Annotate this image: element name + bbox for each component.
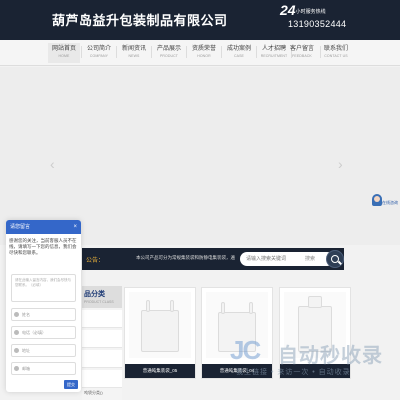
nav-item-sublabel: CASE — [234, 54, 244, 58]
nav-item-label: 新闻资讯 — [121, 46, 146, 52]
nav-divider — [186, 46, 187, 58]
phone-field[interactable]: 电话（必填） — [11, 326, 76, 339]
bag-loop — [170, 300, 174, 312]
leave-message-panel: 请您留言 × 感谢您的关注，当前客服人员不在线，请填写一下您的信息，我们会尽快和… — [6, 220, 81, 392]
close-icon[interactable]: × — [73, 220, 77, 234]
company-name[interactable]: 葫芦岛益升包装制品有限公司 — [52, 10, 228, 29]
chevron-right-icon[interactable]: › — [338, 156, 343, 172]
bag-loop — [221, 302, 225, 314]
message-intro: 感谢您的关注，当前客服人员不在线，请填写一下您的信息，我们会尽快和您联系。 — [9, 238, 77, 255]
nav-item-sublabel: NEWS — [128, 54, 140, 58]
phone-field-placeholder: 电话（必填） — [22, 330, 46, 335]
name-field-placeholder: 姓名 — [22, 312, 30, 317]
address-field[interactable]: 地址 — [11, 344, 76, 357]
nav-divider — [116, 46, 117, 58]
bag-loop — [146, 300, 150, 312]
nav-item-sublabel: COMPANY — [89, 54, 109, 58]
bag-spout — [308, 296, 322, 308]
mail-icon — [14, 366, 19, 371]
category-item-label[interactable]: 吨袋分类() — [84, 390, 103, 396]
product-category-sidebar: 品分类 PRODUCT CLASS 吨袋分类() — [82, 286, 122, 400]
nav-item-honor[interactable]: 资质荣誉 HONOR — [188, 43, 220, 58]
hotline: 24小时服务热线 13190352444 — [280, 2, 346, 29]
nav-item-case[interactable]: 成功案例 CASE — [223, 43, 255, 58]
site-header: 葫芦岛益升包装制品有限公司 24小时服务热线 13190352444 — [0, 0, 400, 40]
main-nav: 网站首页 HOME 公司简介 COMPANY 新闻资讯 NEWS 产品展示 PR… — [0, 40, 400, 66]
nav-item-label: 成功案例 — [226, 46, 251, 52]
message-panel-header: 请您留言 × — [6, 220, 81, 234]
hotline-label: 小时服务热线 — [295, 9, 326, 15]
address-field-placeholder: 地址 — [22, 348, 30, 353]
message-textarea[interactable]: 请在此输入留言内容，我们会尽快与您联系。（必填） — [11, 274, 76, 302]
nav-item-label: 资质荣誉 — [191, 46, 216, 52]
name-field[interactable]: 姓名 — [11, 308, 76, 321]
nav-item-sublabel: FEEDBACK — [292, 54, 312, 58]
nav-item-label: 公司简介 — [86, 46, 111, 52]
search-icon[interactable] — [326, 250, 344, 268]
bag-shape — [141, 310, 179, 352]
notice-bar: 公告： 本公司产品可分为常规集装袋和防静电集装袋，遍 搜索 — [82, 248, 344, 270]
hotline-hours: 24 — [280, 2, 296, 18]
nav-item-feedback[interactable]: 客户留言 FEEDBACK — [284, 43, 320, 58]
nav-item-company[interactable]: 公司简介 COMPANY — [83, 43, 115, 58]
watermark: JC 自动秒收录 我上链接 • 来访一次 • 自动收录 — [230, 335, 400, 380]
nav-item-contact[interactable]: 联系我们 CONTACT US — [318, 43, 354, 58]
customer-service-avatar-icon — [372, 194, 382, 206]
nav-item-home[interactable]: 网站首页 HOME — [48, 43, 80, 63]
nav-item-label: 联系我们 — [323, 46, 348, 52]
category-item[interactable] — [82, 370, 122, 388]
nav-divider — [151, 46, 152, 58]
nav-item-product[interactable]: 产品展示 PRODUCT — [153, 43, 185, 58]
product-card[interactable]: 普通吨集装袋_05 — [124, 287, 196, 379]
email-field-placeholder: 邮箱 — [22, 366, 30, 371]
watermark-text: 自动秒收录 — [278, 345, 383, 367]
category-title: 品分类 — [84, 291, 105, 298]
online-service-widget[interactable]: 在线咨询 — [370, 194, 400, 216]
nav-item-sublabel: HONOR — [197, 54, 211, 58]
location-icon — [14, 348, 19, 353]
chevron-left-icon[interactable]: ‹ — [50, 156, 55, 172]
nav-item-label: 客户留言 — [289, 46, 314, 52]
category-header: 品分类 PRODUCT CLASS — [82, 286, 122, 308]
category-item[interactable] — [82, 350, 122, 368]
notice-label: 公告： — [86, 258, 105, 264]
nav-item-sublabel: CONTACT US — [324, 54, 348, 58]
nav-item-sublabel: PRODUCT — [159, 54, 178, 58]
nav-item-label: 网站首页 — [51, 46, 76, 52]
nav-item-label: 产品展示 — [156, 46, 181, 52]
nav-item-news[interactable]: 新闻资讯 NEWS — [118, 43, 150, 58]
product-caption[interactable]: 普通吨集装袋_05 — [125, 364, 195, 378]
nav-divider — [256, 46, 257, 58]
category-item[interactable] — [82, 330, 122, 348]
watermark-slogan: 我上链接 • 来访一次 • 自动收录 — [236, 369, 351, 376]
bag-loop — [249, 302, 253, 314]
notice-text[interactable]: 本公司产品可分为常规集装袋和防静电集装袋，遍 — [136, 255, 236, 261]
submit-button[interactable]: 提交 — [64, 380, 78, 389]
online-service-label: 在线咨询 — [382, 200, 398, 205]
watermark-logo: JC — [230, 335, 261, 365]
message-panel-title: 请您留言 — [10, 224, 31, 230]
hotline-number: 13190352444 — [288, 19, 347, 29]
email-field[interactable]: 邮箱 — [11, 362, 76, 375]
nav-divider — [221, 46, 222, 58]
category-item[interactable] — [82, 310, 122, 328]
nav-item-sublabel: HOME — [58, 54, 70, 58]
nav-divider — [81, 46, 82, 58]
user-icon — [14, 312, 19, 317]
category-subtitle: PRODUCT CLASS — [84, 300, 114, 304]
phone-icon — [14, 330, 19, 335]
product-image[interactable] — [129, 292, 191, 358]
